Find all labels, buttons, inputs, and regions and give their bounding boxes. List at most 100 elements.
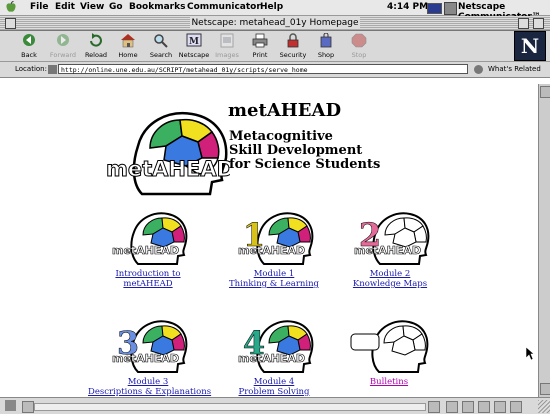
netscape-button[interactable]: M Netscape [177, 33, 211, 61]
module-logo-wordmark: metAHEAD [112, 244, 179, 257]
scroll-down-arrow-icon[interactable] [540, 383, 550, 395]
menu-view[interactable]: View [80, 2, 104, 12]
status-news-icon[interactable] [478, 401, 490, 413]
page-subtitle: Metacognitive Skill Development for Scie… [229, 130, 380, 172]
module-2-head-icon[interactable]: 2metAHEAD [350, 208, 430, 266]
status-composer-icon[interactable] [494, 401, 506, 413]
search-button[interactable]: Search [144, 33, 178, 61]
security-button[interactable]: Security [276, 33, 310, 61]
os-menubar: File Edit View Go Bookmarks Communicator… [0, 0, 550, 22]
status-mail-icon[interactable] [462, 401, 474, 413]
module-3-link-line1[interactable]: Module 3 [88, 377, 208, 387]
status-component-icon[interactable] [446, 401, 458, 413]
module-intro: metAHEAD Introduction to metAHEAD [108, 208, 188, 289]
security-lock-icon [287, 33, 299, 48]
subtitle-line-1: Metacognitive [229, 129, 333, 144]
home-label: Home [118, 51, 138, 59]
page-proxy-icon[interactable] [48, 65, 57, 74]
security-status-icon[interactable] [5, 400, 16, 411]
shop-label: Shop [317, 51, 335, 59]
home-icon [121, 34, 135, 48]
module-3-head-icon[interactable]: 3metAHEAD [108, 316, 188, 374]
module-1-head-icon[interactable]: 1metAHEAD [234, 208, 314, 266]
module-4-head-icon[interactable]: 4metAHEAD [234, 316, 314, 374]
location-label: Location: [15, 65, 47, 73]
metahead-logo-icon: metAHEAD [106, 112, 230, 196]
navigation-toolbar: Back Forward Reload Home Search M Netsca… [0, 31, 550, 62]
window-titlebar[interactable]: Netscape: metahead_01y Homepage [0, 16, 550, 31]
horizontal-scrollbar-and-status[interactable] [0, 397, 550, 414]
menu-go[interactable]: Go [109, 2, 123, 12]
menu-file[interactable]: File [30, 2, 48, 12]
reload-icon [90, 33, 102, 47]
module-3: 3 metAHEAD Module 3 Descriptions & Explan… [88, 316, 211, 397]
close-box-icon[interactable] [5, 18, 16, 29]
forward-label: Forward [49, 51, 77, 59]
shop-bag-icon [320, 32, 332, 48]
page-title: metAHEAD [228, 100, 342, 121]
netscape-icon: M [186, 33, 202, 47]
reload-button[interactable]: Reload [79, 33, 113, 61]
module-1-link-line1[interactable]: Module 1 [219, 269, 329, 279]
scroll-up-arrow-icon[interactable] [540, 86, 550, 98]
keyboard-flag-icon[interactable] [427, 3, 442, 14]
subtitle-line-3: for Science Students [229, 157, 381, 172]
logo-wordmark: metAHEAD [106, 157, 230, 181]
location-bar: Location: http://online.une.edu.au/SCRIP… [0, 62, 550, 78]
print-label: Print [252, 51, 268, 59]
window-title: Netscape: metahead_01y Homepage [190, 17, 360, 29]
forward-button[interactable]: Forward [46, 33, 80, 61]
horizontal-scroll-track[interactable] [34, 403, 426, 411]
back-arrow-icon [23, 34, 35, 46]
menu-bookmarks[interactable]: Bookmarks [129, 2, 185, 12]
collapse-box-icon[interactable] [533, 18, 544, 29]
print-button[interactable]: Print [243, 33, 277, 61]
apple-menu-icon[interactable] [6, 1, 16, 13]
home-button[interactable]: Home [111, 33, 145, 61]
search-icon [154, 34, 168, 48]
module-logo-wordmark: metAHEAD [238, 352, 305, 365]
back-button[interactable]: Back [12, 33, 46, 61]
bulletins-head-icon[interactable] [349, 316, 429, 374]
module-4-link-line1[interactable]: Module 4 [229, 377, 319, 387]
module-1: 1 metAHEAD Module 1 Thinking & Learning [219, 208, 329, 289]
images-icon [220, 33, 234, 48]
head-logo-icon[interactable]: metAHEAD [108, 208, 188, 266]
intro-link-line2[interactable]: metAHEAD [108, 279, 188, 289]
menubar-clock[interactable]: 4:14 PM [387, 2, 428, 12]
module-1-link-line2[interactable]: Thinking & Learning [219, 279, 329, 289]
bulletins: Bulletins [349, 316, 429, 387]
bulletins-link[interactable]: Bulletins [349, 377, 429, 387]
forward-arrow-icon [57, 34, 69, 46]
scroll-right-arrow-icon[interactable] [428, 401, 440, 413]
module-4-link-line2[interactable]: Problem Solving [229, 387, 319, 397]
scroll-left-arrow-icon[interactable] [22, 401, 34, 413]
whats-related-button[interactable]: What's Related [488, 65, 541, 73]
netscape-throbber-logo[interactable]: N [514, 31, 546, 61]
search-label: Search [149, 51, 173, 59]
security-label: Security [279, 51, 307, 59]
stop-button[interactable]: Stop [342, 33, 376, 61]
status-navigator-icon[interactable] [510, 401, 522, 413]
intro-link-line1[interactable]: Introduction to [108, 269, 188, 279]
window-resize-grip[interactable] [538, 400, 550, 413]
back-label: Back [21, 51, 37, 59]
url-field[interactable]: http://online.une.edu.au/SCRIPT/metahead… [58, 64, 468, 74]
images-button[interactable]: Images [210, 33, 244, 61]
mouse-pointer-icon [526, 347, 534, 361]
menu-help[interactable]: Help [260, 2, 283, 12]
speech-bubble-icon [350, 333, 380, 351]
module-2-link-line1[interactable]: Module 2 [340, 269, 440, 279]
zoom-box-icon[interactable] [518, 18, 529, 29]
module-2-link-line2[interactable]: Knowledge Maps [340, 279, 440, 289]
module-2: 2 metAHEAD Module 2 Knowledge Maps [340, 208, 440, 289]
menu-edit[interactable]: Edit [55, 2, 75, 12]
subtitle-line-2: Skill Development [229, 143, 363, 158]
application-menu-icon[interactable] [444, 2, 457, 15]
whats-related-icon[interactable] [474, 65, 483, 74]
shop-button[interactable]: Shop [309, 32, 343, 61]
module-3-link-line2[interactable]: Descriptions & Explanations [88, 387, 211, 397]
vertical-scrollbar[interactable] [538, 84, 550, 397]
menu-communicator[interactable]: Communicator [187, 2, 261, 12]
print-icon [252, 33, 268, 48]
